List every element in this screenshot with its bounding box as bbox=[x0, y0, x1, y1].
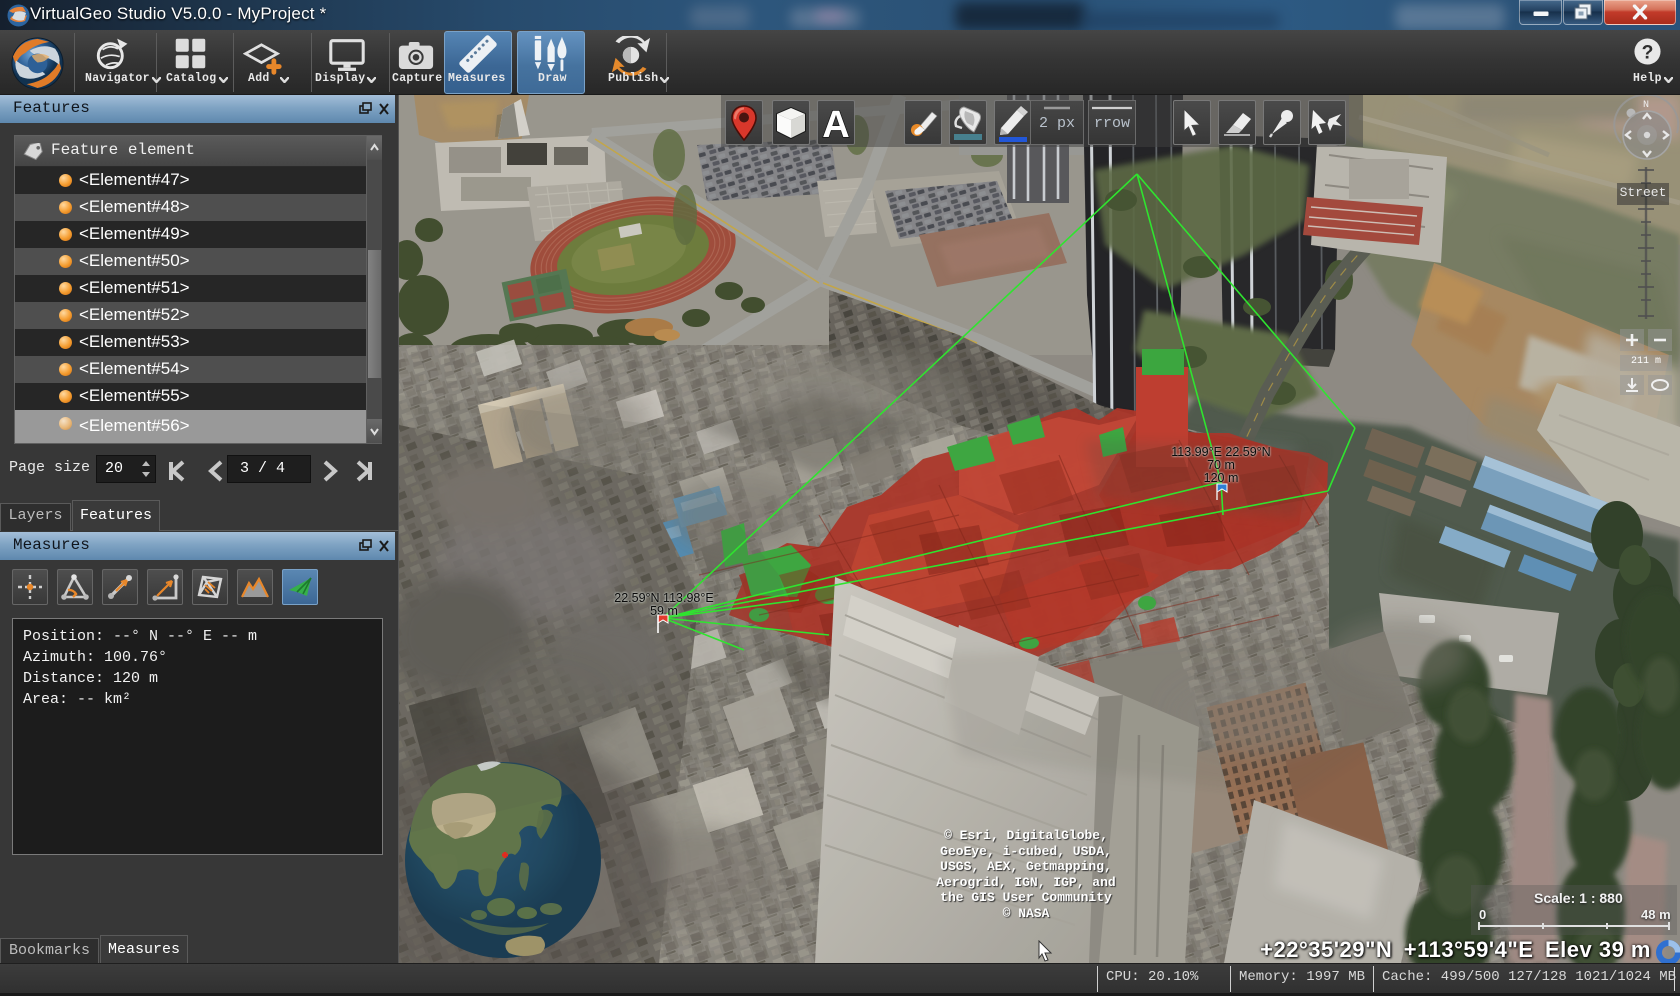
svg-text:A: A bbox=[822, 104, 849, 142]
svg-text:N: N bbox=[1643, 100, 1649, 111]
svg-text:?: ? bbox=[1642, 42, 1654, 63]
